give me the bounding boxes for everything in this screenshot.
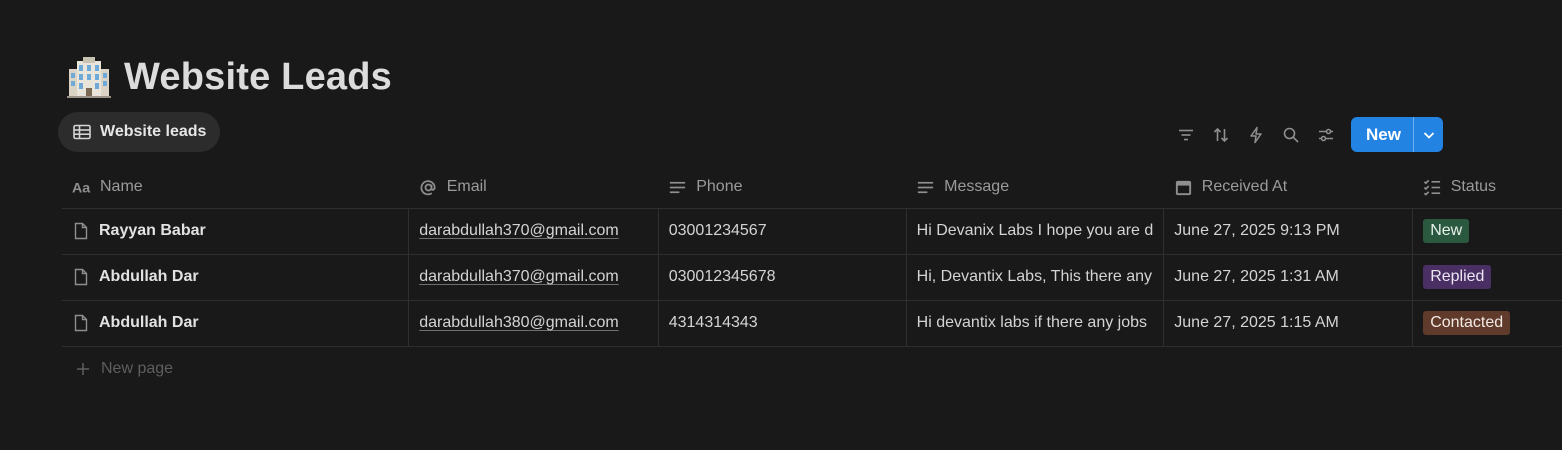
checklist-icon xyxy=(1423,179,1440,196)
column-header-received-at[interactable]: Received At xyxy=(1163,167,1413,209)
view-settings-icon xyxy=(1318,128,1333,141)
cell-phone[interactable]: 03001234567 xyxy=(658,208,907,255)
plus-icon xyxy=(77,363,89,375)
cell-name[interactable]: Rayyan Babar xyxy=(62,208,410,255)
column-header-message[interactable]: Message xyxy=(906,167,1164,209)
svg-text:Aa: Aa xyxy=(72,180,91,196)
chevron-down-icon xyxy=(1423,131,1434,139)
text-lines-icon xyxy=(918,181,934,193)
cell-email[interactable]: darabdullah370@gmail.com xyxy=(408,254,659,301)
sort-button[interactable] xyxy=(1203,117,1238,152)
view-tab-website-leads[interactable]: Website leads xyxy=(58,112,221,152)
at-sign-icon xyxy=(420,179,436,195)
status-badge: Contacted xyxy=(1423,311,1511,335)
page-document-icon xyxy=(74,222,88,240)
table-row[interactable]: Rayyan Babar darabdullah370@gmail.com 03… xyxy=(62,208,1562,255)
search-button[interactable] xyxy=(1273,117,1308,152)
new-record-button-group: New xyxy=(1351,117,1443,152)
page-document-icon xyxy=(74,268,88,286)
cell-message[interactable]: Hi devantix labs if there any jobs xyxy=(906,300,1165,347)
table-icon xyxy=(73,124,91,140)
cell-received-at[interactable]: June 27, 2025 1:15 AM xyxy=(1163,300,1414,347)
cell-received-at[interactable]: June 27, 2025 9:13 PM xyxy=(1163,208,1414,255)
cell-email[interactable]: darabdullah380@gmail.com xyxy=(408,300,659,347)
new-template-dropdown-button[interactable] xyxy=(1414,117,1443,152)
cell-message[interactable]: Hi Devanix Labs I hope you are d xyxy=(906,208,1165,255)
page-header: Website Leads xyxy=(66,54,392,100)
new-page-label: New page xyxy=(101,360,174,377)
cell-message[interactable]: Hi, Devantix Labs, This there any xyxy=(906,254,1165,301)
cell-status[interactable]: New xyxy=(1412,208,1562,255)
database-table: Aa Name Email Phone Message Received At … xyxy=(62,167,1562,347)
cell-received-at[interactable]: June 27, 2025 1:31 AM xyxy=(1163,254,1414,301)
status-badge: Replied xyxy=(1423,265,1492,289)
cell-phone[interactable]: 030012345678 xyxy=(658,254,907,301)
column-header-phone[interactable]: Phone xyxy=(658,167,907,209)
column-header-status[interactable]: Status xyxy=(1412,167,1562,209)
page-title: Website Leads xyxy=(124,55,392,98)
text-lines-icon xyxy=(670,181,686,193)
cell-phone[interactable]: 4314314343 xyxy=(658,300,907,347)
title-text-icon: Aa xyxy=(72,180,91,196)
filter-button[interactable] xyxy=(1168,117,1203,152)
page-document-icon xyxy=(74,314,88,332)
cell-status[interactable]: Contacted xyxy=(1412,300,1562,347)
database-toolbar: New xyxy=(1168,117,1443,152)
sort-icon xyxy=(1213,127,1228,142)
new-page-button[interactable]: New page xyxy=(76,360,173,378)
table-row[interactable]: Abdullah Dar darabdullah370@gmail.com 03… xyxy=(62,254,1562,301)
filter-icon xyxy=(1178,129,1193,140)
cell-email[interactable]: darabdullah370@gmail.com xyxy=(408,208,659,255)
column-header-email[interactable]: Email xyxy=(408,167,659,209)
view-settings-button[interactable] xyxy=(1308,117,1343,152)
automations-button[interactable] xyxy=(1238,117,1273,152)
calendar-icon xyxy=(1175,180,1191,195)
automation-lightning-icon xyxy=(1249,126,1262,143)
table-row[interactable]: Abdullah Dar darabdullah380@gmail.com 43… xyxy=(62,300,1562,347)
office-building-icon xyxy=(67,57,111,98)
table-header-row: Aa Name Email Phone Message Received At … xyxy=(62,167,1562,209)
view-tab-label: Website leads xyxy=(100,123,207,140)
cell-status[interactable]: Replied xyxy=(1412,254,1562,301)
status-badge: New xyxy=(1423,219,1470,243)
new-record-button[interactable]: New xyxy=(1351,117,1413,152)
cell-name[interactable]: Abdullah Dar xyxy=(62,254,410,301)
cell-name[interactable]: Abdullah Dar xyxy=(62,300,410,347)
column-header-name[interactable]: Aa Name xyxy=(62,167,409,209)
search-icon xyxy=(1283,127,1299,143)
